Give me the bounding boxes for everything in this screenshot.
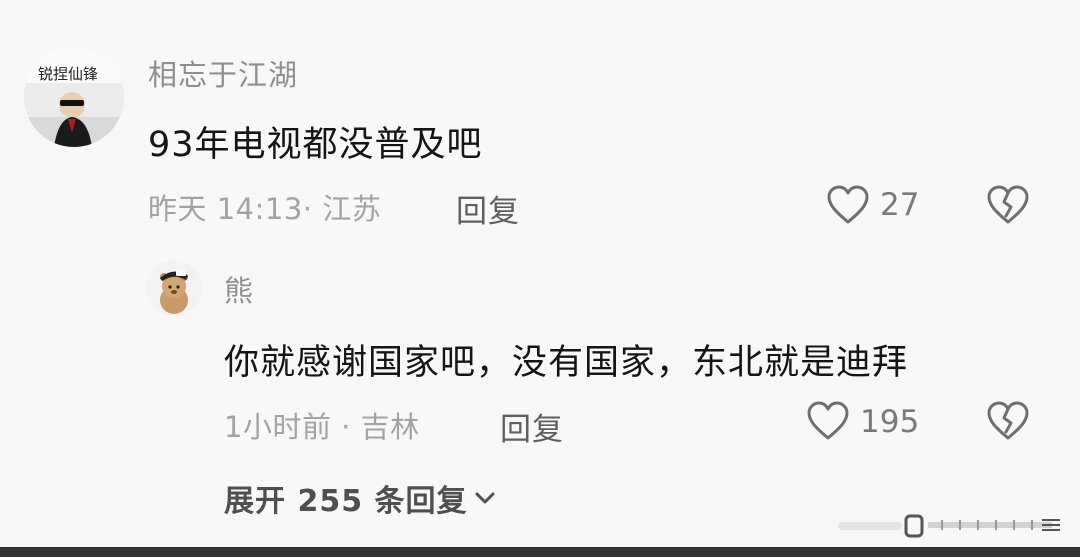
- broken-heart-icon[interactable]: [986, 184, 1030, 226]
- reply-like-count: 195: [860, 404, 920, 440]
- reply-text: 你就感谢国家吧，没有国家，东北就是迪拜: [224, 343, 909, 383]
- watermark-mark: [838, 518, 902, 532]
- reply-button[interactable]: 回复: [456, 186, 520, 231]
- avatar[interactable]: 锐捏仙锋: [24, 47, 124, 147]
- heart-outline-icon[interactable]: [826, 184, 870, 226]
- comment-meta: 昨天 14:13· 江苏: [148, 192, 382, 226]
- expand-replies-label: 展开 255 条回复: [224, 484, 468, 519]
- like-count: 27: [880, 187, 920, 223]
- reply-meta: 1小时前 · 吉林: [224, 410, 420, 444]
- avatar-image: 锐捏仙锋: [24, 47, 124, 147]
- reply-reply-button[interactable]: 回复: [500, 404, 564, 449]
- scroll-indicator: [902, 514, 1062, 538]
- comment-username[interactable]: 相忘于江湖: [148, 52, 298, 94]
- heart-outline-icon[interactable]: [806, 400, 850, 442]
- reply-avatar[interactable]: [146, 260, 202, 316]
- bottom-bar: [0, 547, 1080, 557]
- bear-avatar-image: [146, 260, 202, 316]
- avatar-calligraphy: 锐捏仙锋: [38, 65, 98, 83]
- reply-username[interactable]: 熊: [224, 268, 254, 310]
- broken-heart-icon[interactable]: [986, 400, 1030, 442]
- comment-text: 93年电视都没普及吧: [148, 125, 483, 165]
- expand-replies-button[interactable]: 展开 255 条回复: [224, 476, 496, 520]
- chevron-down-icon: [474, 490, 496, 506]
